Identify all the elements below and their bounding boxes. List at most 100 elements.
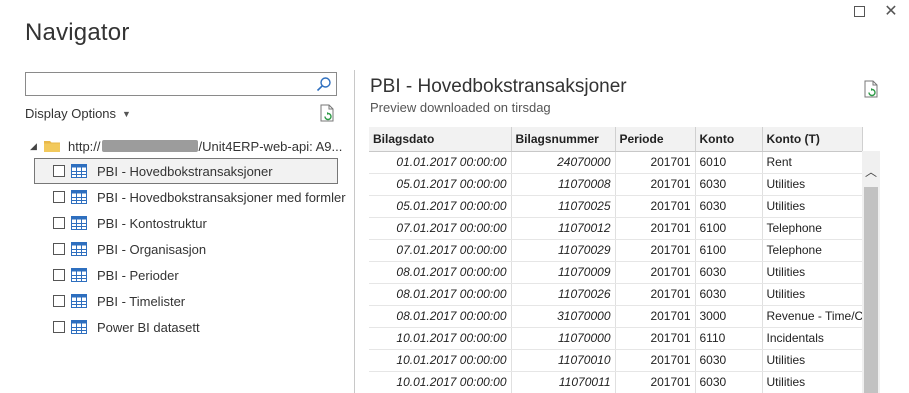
table-icon (71, 164, 87, 178)
cell-konto: 3000 (695, 305, 763, 328)
display-options-menu[interactable]: Display Options ▼ (25, 106, 131, 121)
display-options-label: Display Options (25, 106, 117, 121)
pane-divider[interactable] (354, 70, 355, 393)
table-row: 07.01.2017 00:00:00 11070029 201701 6100 Tel… (369, 239, 863, 262)
close-button[interactable]: ✕ (883, 4, 899, 20)
cell-bilagsdato: 05.01.2017 00:00:00 (369, 195, 512, 218)
cell-periode: 201701 (615, 151, 696, 174)
cell-bilagsdato: 08.01.2017 00:00:00 (369, 261, 512, 284)
table-icon (71, 320, 87, 334)
close-icon: ✕ (884, 3, 898, 20)
tree-item-perioder[interactable]: PBI - Perioder (34, 262, 338, 288)
column-header[interactable]: Periode (615, 127, 696, 152)
tree-item-timelister[interactable]: PBI - Timelister (34, 288, 338, 314)
cell-bilagsnummer: 24070000 (511, 151, 616, 174)
chevron-down-icon: ▼ (122, 109, 131, 119)
table-row: 01.01.2017 00:00:00 24070000 201701 6010 Ren… (369, 151, 863, 174)
cell-konto: 6030 (695, 349, 763, 372)
cell-bilagsdato: 07.01.2017 00:00:00 (369, 239, 512, 262)
table-row: 05.01.2017 00:00:00 11070008 201701 6030 Uti… (369, 173, 863, 196)
search-input[interactable] (26, 73, 306, 95)
maximize-button[interactable] (851, 4, 867, 20)
scrollbar-thumb[interactable] (864, 187, 878, 393)
table-row: 10.01.2017 00:00:00 11070000 201701 6110 Inc… (369, 327, 863, 350)
folder-icon (44, 141, 60, 152)
refresh-preview-icon[interactable] (863, 80, 879, 98)
table-row: 08.01.2017 00:00:00 31070000 201701 3000 Rev… (369, 305, 863, 328)
table-row: 05.01.2017 00:00:00 11070025 201701 6030 Uti… (369, 195, 863, 218)
tree-root-url-prefix: http:// (68, 138, 101, 154)
item-checkbox[interactable] (53, 321, 65, 333)
cell-bilagsnummer: 11070008 (511, 173, 616, 196)
tree-item-organisasjon[interactable]: PBI - Organisasjon (34, 236, 338, 262)
table-header-row: Bilagsdato Bilagsnummer Periode Konto Ko… (369, 127, 863, 152)
tree-item-label: PBI - Hovedbokstransaksjoner med formler (97, 189, 346, 205)
cell-periode: 201701 (615, 305, 696, 328)
column-header[interactable]: Bilagsdato (369, 127, 512, 152)
cell-bilagsdato: 01.01.2017 00:00:00 (369, 151, 512, 174)
cell-bilagsdato: 08.01.2017 00:00:00 (369, 283, 512, 306)
table-icon (71, 242, 87, 256)
cell-bilagsnummer: 11070011 (511, 371, 616, 393)
item-checkbox[interactable] (53, 217, 65, 229)
tree-item-hovedbokstransaksjoner-med-formler[interactable]: PBI - Hovedbokstransaksjoner med formler (34, 184, 346, 210)
cell-konto-t: Utilities (762, 371, 863, 393)
cell-periode: 201701 (615, 327, 696, 350)
cell-bilagsdato: 10.01.2017 00:00:00 (369, 349, 512, 372)
item-checkbox[interactable] (53, 165, 65, 177)
cell-konto: 6030 (695, 283, 763, 306)
cell-konto: 6030 (695, 173, 763, 196)
preview-grid: Bilagsdato Bilagsnummer Periode Konto Ko… (369, 127, 880, 393)
cell-periode: 201701 (615, 349, 696, 372)
cell-konto: 6110 (695, 327, 763, 350)
table-icon (71, 190, 87, 204)
cell-konto-t: Telephone (762, 239, 863, 262)
refresh-icon[interactable] (319, 104, 335, 122)
cell-konto: 6100 (695, 239, 763, 262)
column-header[interactable]: Konto (T) (762, 127, 863, 152)
cell-konto-t: Utilities (762, 349, 863, 372)
table-row: 08.01.2017 00:00:00 11070026 201701 6030 Uti… (369, 283, 863, 306)
tree-item-label: PBI - Perioder (97, 267, 179, 283)
tree-item-label: Power BI datasett (97, 319, 200, 335)
scroll-up-arrow-icon[interactable]: ︿ (862, 163, 880, 181)
cell-bilagsdato: 05.01.2017 00:00:00 (369, 173, 512, 196)
cell-bilagsnummer: 31070000 (511, 305, 616, 328)
cell-konto-t: Utilities (762, 195, 863, 218)
cell-periode: 201701 (615, 371, 696, 393)
cell-bilagsdato: 10.01.2017 00:00:00 (369, 371, 512, 393)
cell-konto-t: Utilities (762, 261, 863, 284)
cell-periode: 201701 (615, 195, 696, 218)
search-icon[interactable] (316, 76, 332, 92)
vertical-scrollbar[interactable]: ︿ (862, 151, 880, 393)
cell-bilagsnummer: 11070012 (511, 217, 616, 240)
search-field[interactable] (25, 72, 337, 96)
tree-root-node[interactable]: ◢ http:// /Unit4ERP-web-api: A9... (30, 137, 342, 155)
collapse-triangle-icon[interactable]: ◢ (30, 141, 42, 152)
cell-bilagsnummer: 11070010 (511, 349, 616, 372)
item-checkbox[interactable] (53, 191, 65, 203)
redacted-text (101, 140, 198, 152)
table-row: 07.01.2017 00:00:00 11070012 201701 6100 Tel… (369, 217, 863, 240)
cell-konto-t: Telephone (762, 217, 863, 240)
tree-item-kontostruktur[interactable]: PBI - Kontostruktur (34, 210, 338, 236)
cell-konto-t: Utilities (762, 173, 863, 196)
cell-periode: 201701 (615, 283, 696, 306)
item-checkbox[interactable] (53, 269, 65, 281)
cell-bilagsnummer: 11070009 (511, 261, 616, 284)
column-header[interactable]: Bilagsnummer (511, 127, 616, 152)
cell-bilagsdato: 10.01.2017 00:00:00 (369, 327, 512, 350)
cell-bilagsdato: 07.01.2017 00:00:00 (369, 217, 512, 240)
cell-konto-t: Utilities (762, 283, 863, 306)
cell-konto: 6030 (695, 371, 763, 393)
tree-item-hovedbokstransaksjoner[interactable]: PBI - Hovedbokstransaksjoner (34, 158, 338, 184)
tree-item-label: PBI - Kontostruktur (97, 215, 207, 231)
cell-konto: 6030 (695, 195, 763, 218)
item-checkbox[interactable] (53, 295, 65, 307)
column-header[interactable]: Konto (695, 127, 763, 152)
maximize-icon (853, 6, 865, 17)
tree-item-label: PBI - Organisasjon (97, 241, 207, 257)
tree-item-power-bi-datasett[interactable]: Power BI datasett (34, 314, 338, 340)
page-title: Navigator (25, 19, 130, 46)
item-checkbox[interactable] (53, 243, 65, 255)
